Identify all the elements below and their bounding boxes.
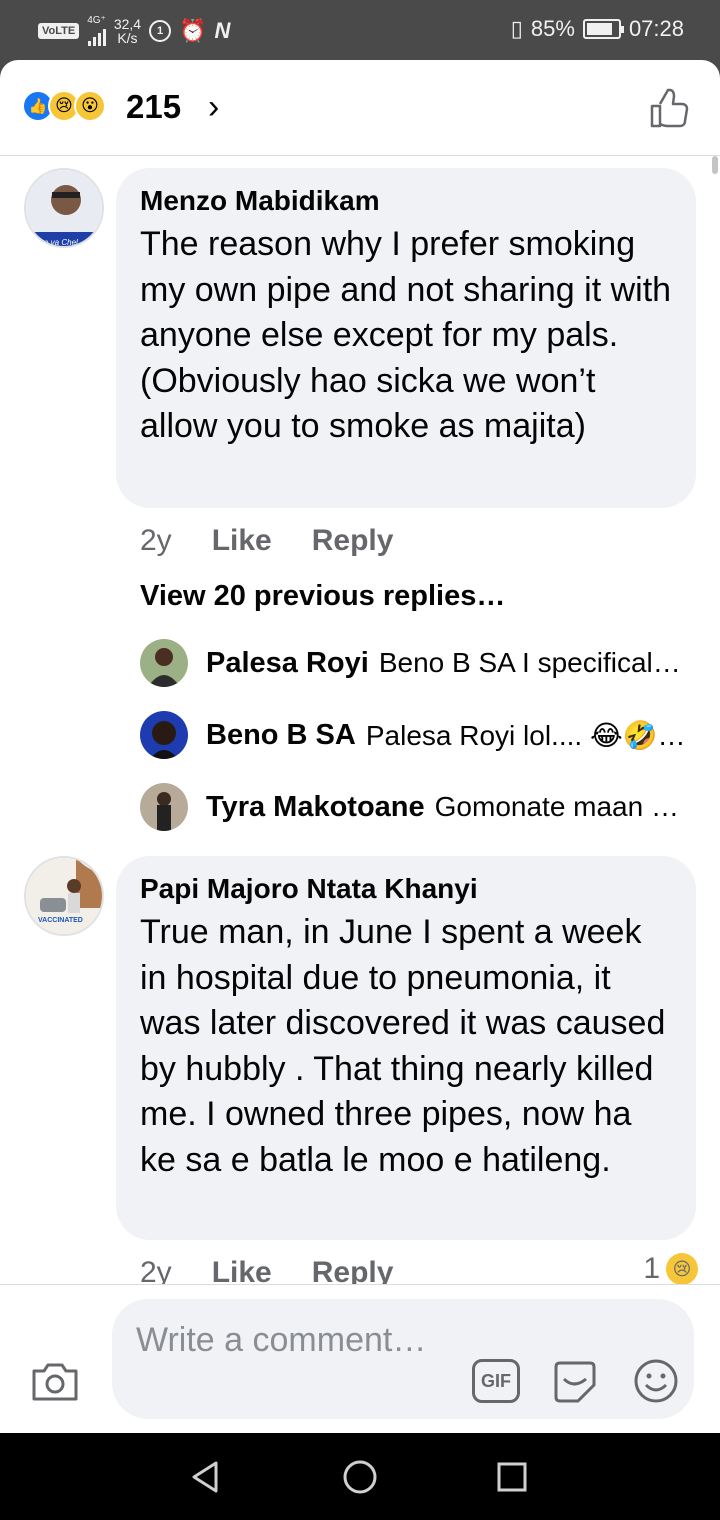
avatar[interactable]: e va Chel [24, 168, 104, 248]
avatar-caption: e va Chel [44, 238, 78, 247]
reply-avatar[interactable] [140, 711, 188, 759]
reply-avatar[interactable] [140, 783, 188, 831]
comment-actions: 2y Like Reply [140, 524, 393, 558]
comment-author[interactable]: Papi Majoro Ntata Khanyi [140, 872, 672, 906]
data-speed: 32,4 K/s [114, 17, 141, 45]
alarm-icon: ⏰ [179, 18, 207, 43]
vibrate-icon: ▯ [510, 16, 523, 41]
reactions-header[interactable]: 👍 😢 😮 215 › [0, 60, 720, 156]
network-type: 4G⁺ [87, 15, 106, 26]
signal-icon [87, 26, 106, 46]
carrier-icon: N [214, 18, 231, 43]
reply-author[interactable]: Tyra Makotoane [206, 791, 425, 824]
view-previous-replies-link[interactable]: View 20 previous replies… [140, 580, 505, 613]
clock: 07:28 [628, 16, 684, 41]
reaction-count[interactable]: 215 [126, 88, 181, 126]
gif-button[interactable]: GIF [472, 1359, 520, 1403]
comment-reactions[interactable]: 1 😢 [643, 1252, 698, 1286]
chevron-right-icon[interactable]: › [208, 90, 219, 124]
emoji-icon[interactable] [632, 1357, 680, 1405]
comment-reaction-count: 1 [643, 1252, 660, 1285]
avatar-caption: VACCINATED [38, 917, 83, 924]
network-indicator: 4G⁺ [87, 16, 106, 46]
reaction-icons: 👍 😢 😮 [22, 90, 106, 122]
reply-avatar[interactable] [140, 639, 188, 687]
battery-icon [582, 19, 624, 39]
navigation-bar [0, 1433, 720, 1520]
comment-text: The reason why I prefer smoking my own p… [140, 225, 672, 445]
home-icon[interactable] [340, 1457, 380, 1497]
reply-item[interactable]: Tyra Makotoane Gomonate maan … [140, 782, 700, 832]
data-speed-value: 32,4 [113, 16, 142, 32]
reply-text: Gomonate maan … [434, 791, 679, 822]
data-saver-icon: 1 [149, 20, 172, 42]
battery-fill [586, 23, 613, 35]
comment-author[interactable]: Menzo Mabidikam [140, 184, 672, 218]
reply-item[interactable]: Palesa Royi Beno B SA I specifical… [140, 638, 700, 688]
sticker-icon[interactable] [550, 1357, 600, 1407]
sad-icon: 😢 [666, 1253, 698, 1285]
reply-author[interactable]: Palesa Royi [206, 647, 369, 680]
comment-bubble[interactable]: Papi Majoro Ntata Khanyi True man, in Ju… [116, 856, 696, 1240]
status-left: VoLTE 4G⁺ 32,4 K/s 1 ⏰ N [38, 16, 230, 46]
comment-input-placeholder: Write a comment… [136, 1321, 427, 1359]
back-icon[interactable] [186, 1457, 226, 1497]
comment-input[interactable]: Write a comment… GIF [112, 1299, 694, 1419]
status-bar: VoLTE 4G⁺ 32,4 K/s 1 ⏰ N ▯ 85% 07:28 [0, 0, 720, 62]
reply-item[interactable]: Beno B SA Palesa Royi lol.... 😂🤣… [140, 710, 700, 760]
battery-percent: 85% [530, 16, 575, 41]
comment-composer: Write a comment… GIF [0, 1284, 720, 1433]
reply-text: Palesa Royi lol.... 😂🤣… [365, 719, 686, 751]
status-right: ▯ 85% 07:28 [511, 16, 684, 42]
reply-author[interactable]: Beno B SA [206, 719, 356, 752]
comment-time: 2y [140, 524, 172, 557]
wow-icon: 😮 [74, 90, 106, 122]
like-post-button[interactable] [646, 86, 690, 130]
avatar[interactable]: VACCINATED [24, 856, 104, 936]
comment-text: True man, in June I spent a week in hosp… [140, 913, 666, 1179]
scrollbar[interactable] [712, 156, 718, 174]
volte-badge: VoLTE [38, 23, 80, 39]
reply-button[interactable]: Reply [312, 524, 394, 558]
data-speed-unit: K/s [117, 30, 138, 46]
comments-sheet: 👍 😢 😮 215 › e va Chel Menzo Mabidikam Th… [0, 60, 720, 1433]
comment-bubble[interactable]: Menzo Mabidikam The reason why I prefer … [116, 168, 696, 508]
camera-icon[interactable] [30, 1359, 80, 1403]
like-button[interactable]: Like [212, 524, 272, 558]
recents-icon[interactable] [492, 1457, 532, 1497]
reply-text: Beno B SA I specifical… [378, 647, 681, 678]
